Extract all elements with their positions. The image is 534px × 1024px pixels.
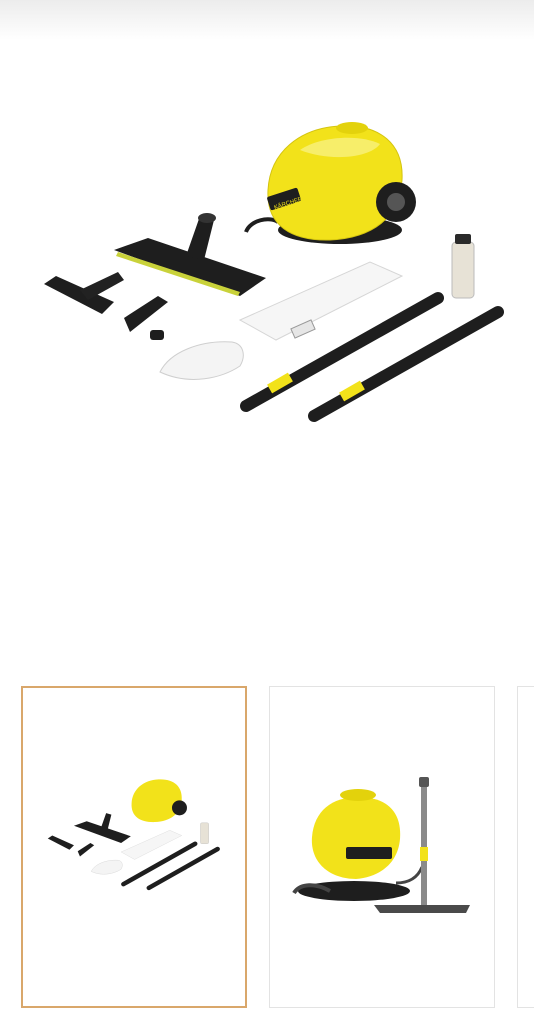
- extension-tube-2: [308, 306, 504, 422]
- main-product-image[interactable]: KÄRCHER: [0, 40, 534, 640]
- thumbnail-strip[interactable]: [0, 686, 534, 1012]
- steam-cleaner-floor-tool-image: [292, 777, 470, 913]
- thumbnail-3-partial[interactable]: [517, 686, 534, 1008]
- thumbnail-2[interactable]: [269, 686, 495, 1008]
- hand-brush: [44, 272, 124, 314]
- top-bar-shadow: [0, 0, 534, 40]
- thumbnail-1-selected[interactable]: [21, 686, 247, 1008]
- floor-nozzle: [114, 213, 266, 296]
- filter-cartridge: [451, 234, 475, 299]
- detail-nozzle: [124, 296, 168, 340]
- steam-cleaner-body: KÄRCHER: [244, 122, 416, 244]
- terry-cover: [159, 341, 244, 380]
